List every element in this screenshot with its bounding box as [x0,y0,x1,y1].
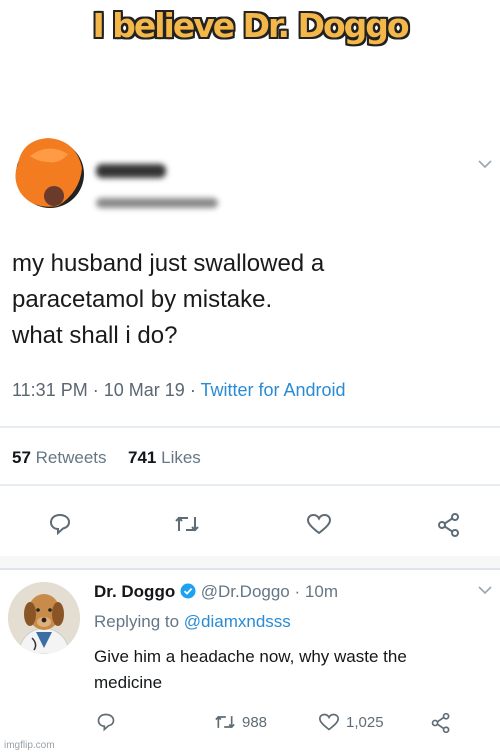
like-icon[interactable] [306,512,332,536]
tweet-date: 10 Mar 19 [103,380,185,400]
meta-separator: · [92,380,99,400]
tweet-client-link[interactable]: Twitter for Android [201,380,346,400]
tweet-line: paracetamol by mistake. [12,286,273,313]
replying-to-link[interactable]: @diamxndsss [184,612,291,631]
divider [0,426,500,428]
meta-separator: · [294,582,301,601]
blurred-display-name [96,164,166,178]
tweet-line: my husband just swallowed a [12,250,325,277]
reply-retweet-count: 988 [242,713,268,731]
tweet-time: 11:31 PM [12,380,88,400]
like-button[interactable]: 1,025 [318,712,384,732]
retweet-icon[interactable] [174,512,200,536]
user-avatar[interactable] [10,134,88,212]
reply-like-count: 1,025 [346,713,384,731]
like-icon [318,713,340,731]
reply-line: medicine [94,673,163,692]
dr-doggo-avatar[interactable] [8,582,80,654]
reply-handle[interactable]: @Dr.Doggo [201,582,290,601]
tweet-photo: my husband just swallowed a paracetamol … [0,128,500,756]
reply-header: Dr. Doggo @Dr.Doggo · 10m [94,582,338,602]
chevron-down-icon[interactable] [478,582,492,598]
verified-badge-icon [180,583,196,599]
divider [0,484,500,486]
meta-separator: · [189,380,196,400]
likes-count[interactable]: 741 [128,448,156,467]
share-icon[interactable] [430,712,452,734]
retweets-count[interactable]: 57 [12,448,31,467]
reply-tweet: Dr. Doggo @Dr.Doggo · 10m Replying to @d… [0,568,500,756]
tweet-line: what shall i do? [12,322,178,349]
tweet-text: my husband just swallowed a paracetamol … [12,246,482,354]
original-tweet: my husband just swallowed a paracetamol … [0,128,500,556]
retweets-label: Retweets [35,448,107,467]
reply-text: Give him a headache now, why waste the m… [94,644,474,696]
replying-to-label: Replying to [94,612,180,631]
retweet-button[interactable]: 988 [214,712,267,732]
reply-time: 10m [304,582,338,601]
chevron-down-icon[interactable] [478,156,492,172]
retweet-icon [215,715,235,729]
share-icon[interactable] [436,512,462,538]
divider [0,568,500,570]
meme-caption: I believe Dr. Doggo [92,6,409,45]
reply-icon[interactable] [48,512,72,536]
replying-to: Replying to @diamxndsss [94,612,291,632]
reply-display-name[interactable]: Dr. Doggo [94,582,175,601]
reply-icon[interactable] [96,712,116,732]
dog-doctor-avatar-icon [8,582,80,654]
blurred-handle [96,198,218,208]
likes-label: Likes [161,448,201,467]
tweet-stats: 57 Retweets 741 Likes [12,448,201,468]
tweet-meta: 11:31 PM · 10 Mar 19 · Twitter for Andro… [12,380,346,401]
orange-avatar-icon [15,138,84,208]
reply-line: Give him a headache now, why waste the [94,647,407,666]
imgflip-watermark: imgflip.com [4,740,55,751]
